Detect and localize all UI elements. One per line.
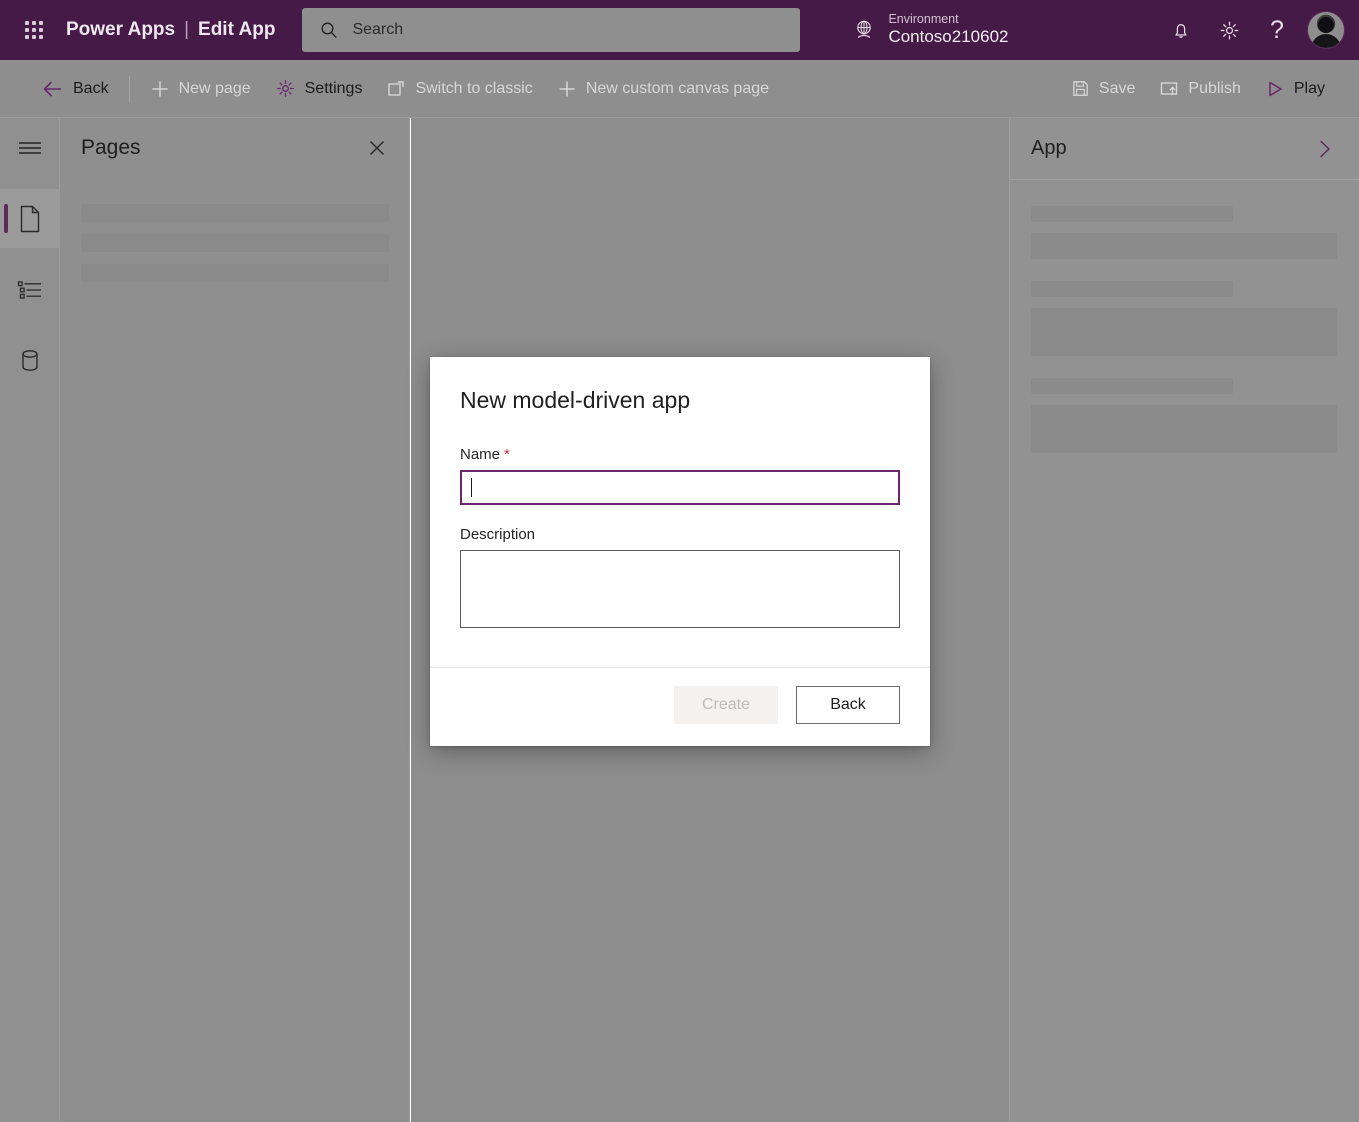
dialog-title: New model-driven app — [460, 387, 900, 414]
globe-icon — [852, 18, 876, 42]
description-field-label: Description — [460, 526, 900, 543]
skeleton-field — [1031, 308, 1337, 356]
brand-name: Power Apps — [66, 19, 175, 41]
settings-gear-icon[interactable] — [1205, 6, 1253, 54]
dialog-footer: Create Back — [430, 667, 930, 746]
pages-panel-title: Pages — [81, 136, 141, 160]
command-bar-right-group: Save Publish Play — [1029, 69, 1337, 109]
skeleton-group — [1031, 378, 1337, 453]
skeleton-row — [81, 234, 389, 252]
sidebar-item-navigation[interactable] — [0, 260, 60, 319]
app-properties-panel: App — [1009, 118, 1359, 1122]
data-table-icon — [18, 348, 42, 374]
app-panel-title: App — [1031, 137, 1067, 160]
top-header-bar: Power Apps | Edit App Search — [0, 0, 1359, 60]
environment-value: Contoso210602 — [888, 27, 1008, 47]
close-x-icon[interactable] — [363, 134, 391, 162]
waffle-grid-icon[interactable] — [10, 21, 58, 39]
plus-icon — [150, 79, 170, 99]
plus-icon — [557, 79, 577, 99]
sidebar-item-data[interactable] — [0, 331, 60, 390]
new-custom-canvas-page-button[interactable]: New custom canvas page — [545, 69, 781, 109]
user-avatar[interactable] — [1307, 11, 1345, 49]
switch-to-classic-button[interactable]: Switch to classic — [374, 69, 544, 109]
skeleton-field — [1031, 405, 1337, 453]
skeleton-label — [1031, 378, 1233, 394]
text-caret — [471, 478, 472, 497]
brand-title[interactable]: Power Apps | Edit App — [66, 19, 275, 41]
notifications-bell-icon[interactable] — [1157, 6, 1205, 54]
app-skeleton-list — [1010, 180, 1359, 453]
play-triangle-icon — [1265, 79, 1285, 99]
rail-spacer — [0, 248, 59, 260]
back-button[interactable]: Back — [30, 69, 121, 109]
play-label: Play — [1294, 80, 1325, 98]
skeleton-label — [1031, 206, 1233, 222]
new-page-button[interactable]: New page — [138, 69, 263, 109]
skeleton-row — [81, 264, 389, 282]
sidebar-item-pages[interactable] — [0, 189, 60, 248]
search-placeholder: Search — [352, 21, 403, 39]
required-asterisk: * — [504, 446, 510, 463]
skeleton-field — [1031, 233, 1337, 259]
new-model-driven-app-dialog: New model-driven app Name * Description … — [430, 357, 930, 746]
create-button-label: Create — [702, 696, 750, 714]
brand-subtitle: Edit App — [198, 19, 275, 41]
skeleton-label — [1031, 281, 1233, 297]
dialog-body: New model-driven app Name * Description — [430, 357, 930, 667]
save-disk-icon — [1071, 79, 1090, 98]
help-question-icon[interactable]: ? — [1253, 6, 1301, 54]
gear-icon — [275, 78, 296, 99]
new-page-label: New page — [179, 80, 251, 98]
name-input[interactable] — [460, 470, 900, 505]
pages-panel: Pages — [60, 118, 410, 1122]
switch-to-classic-label: Switch to classic — [415, 80, 532, 98]
rail-spacer — [0, 177, 59, 189]
command-divider — [129, 76, 130, 102]
app-panel-header: App — [1010, 118, 1359, 180]
settings-label: Settings — [305, 80, 363, 98]
hamburger-menu-icon[interactable] — [0, 118, 60, 177]
arrow-left-icon — [42, 80, 64, 98]
open-in-new-icon — [386, 79, 406, 99]
rail-spacer — [0, 319, 59, 331]
name-field-label: Name * — [460, 446, 900, 463]
power-apps-editor: Power Apps | Edit App Search — [0, 0, 1359, 1122]
environment-label: Environment — [888, 12, 1008, 27]
search-icon — [320, 21, 338, 39]
pages-skeleton-list — [60, 162, 409, 282]
navigation-list-icon — [17, 279, 43, 301]
left-rail — [0, 118, 60, 1122]
skeleton-group — [1031, 281, 1337, 356]
pages-icon — [18, 205, 42, 233]
command-bar: Back New page — [0, 60, 1359, 118]
description-label-text: Description — [460, 526, 535, 543]
new-custom-canvas-page-label: New custom canvas page — [586, 80, 769, 98]
play-button[interactable]: Play — [1253, 69, 1337, 109]
description-input[interactable] — [460, 550, 900, 628]
save-label: Save — [1099, 80, 1135, 98]
save-button[interactable]: Save — [1059, 69, 1147, 109]
brand-separator: | — [184, 19, 189, 41]
pages-panel-header: Pages — [60, 118, 409, 162]
skeleton-row — [81, 204, 389, 222]
create-button[interactable]: Create — [674, 686, 778, 724]
back-button-label: Back — [73, 80, 109, 98]
search-input[interactable]: Search — [302, 8, 800, 52]
back-dialog-button[interactable]: Back — [796, 686, 900, 724]
back-dialog-button-label: Back — [830, 696, 866, 714]
name-label-text: Name — [460, 446, 500, 463]
publish-button[interactable]: Publish — [1147, 69, 1252, 109]
publish-upload-icon — [1159, 79, 1179, 99]
environment-selector[interactable]: Environment Contoso210602 — [852, 12, 1008, 47]
settings-button[interactable]: Settings — [263, 69, 375, 109]
publish-label: Publish — [1188, 80, 1240, 98]
skeleton-group — [1031, 206, 1337, 259]
header-icon-group: ? — [1157, 0, 1359, 60]
chevron-right-icon[interactable] — [1311, 134, 1339, 164]
field-spacer — [460, 505, 900, 526]
